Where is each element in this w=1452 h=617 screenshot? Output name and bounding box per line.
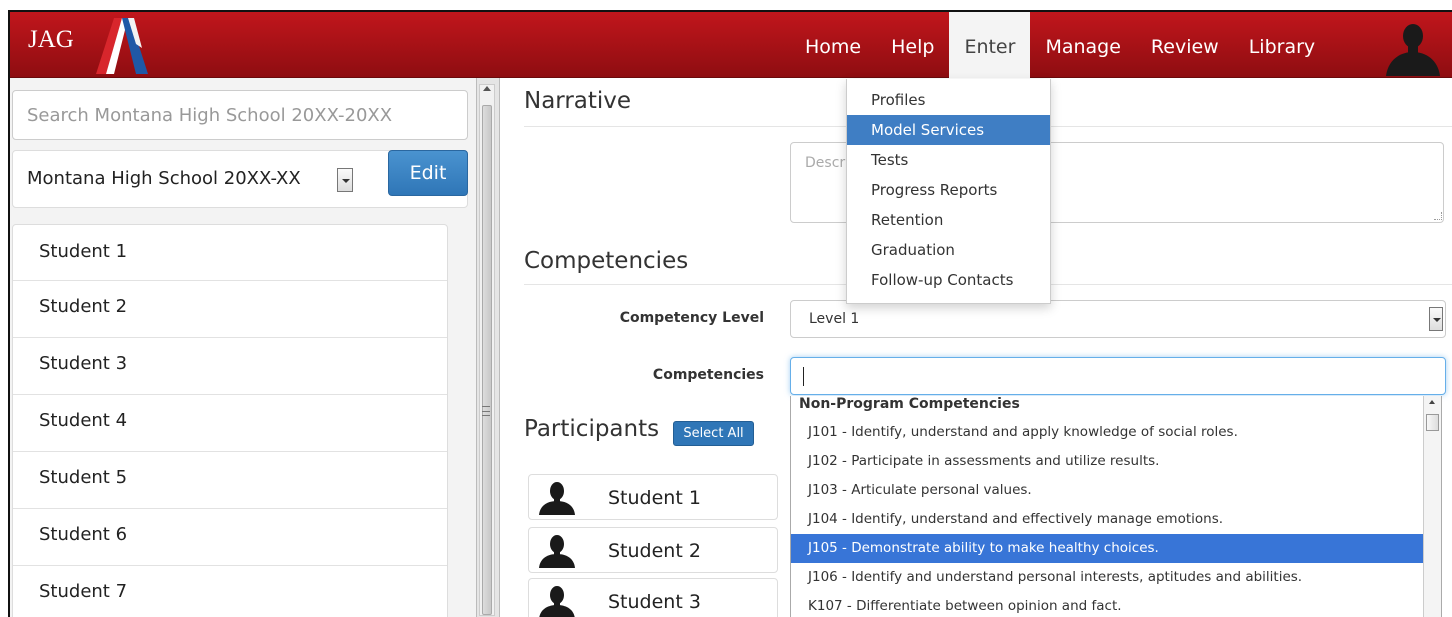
competency-level-select[interactable]: Level 1: [790, 300, 1446, 338]
participant-name: Student 3: [608, 591, 701, 613]
scrollbar-thumb[interactable]: [1426, 414, 1439, 431]
student-list-item[interactable]: Student 5: [13, 452, 447, 509]
competency-option[interactable]: J103 - Articulate personal values.: [791, 476, 1423, 505]
narrative-title: Narrative: [524, 88, 632, 114]
resize-grip-icon[interactable]: [1434, 212, 1442, 220]
student-list-item[interactable]: Student 4: [13, 395, 447, 452]
scroll-up-arrow-icon[interactable]: [1429, 400, 1435, 404]
person-avatar-icon: [539, 586, 575, 617]
menu-item-profiles[interactable]: Profiles: [847, 85, 1050, 115]
menu-item-tests[interactable]: Tests: [847, 145, 1050, 175]
competencies-input[interactable]: [790, 357, 1446, 395]
top-navbar: JAG Home Help Enter Manage Review Librar…: [10, 12, 1452, 78]
competency-option[interactable]: J101 - Identify, understand and apply kn…: [791, 418, 1423, 447]
student-list-item[interactable]: Student 6: [13, 509, 447, 566]
participants-title: Participants: [524, 416, 660, 442]
participant-card[interactable]: Student 3: [528, 578, 778, 617]
app-window: JAG Home Help Enter Manage Review Librar…: [8, 10, 1452, 617]
nav-library[interactable]: Library: [1234, 12, 1330, 78]
competency-option[interactable]: J106 - Identify and understand personal …: [791, 563, 1423, 592]
nav-manage[interactable]: Manage: [1030, 12, 1135, 78]
nav-review[interactable]: Review: [1136, 12, 1234, 78]
dropdown-scrollbar[interactable]: [1423, 396, 1441, 617]
competency-level-value: Level 1: [809, 311, 860, 327]
chevron-down-icon[interactable]: [337, 168, 353, 192]
person-avatar-icon: [539, 535, 575, 568]
competency-level-label: Competency Level: [619, 310, 764, 326]
nav-help[interactable]: Help: [876, 12, 949, 78]
enter-dropdown-menu: Profiles Model Services Tests Progress R…: [846, 79, 1051, 304]
competency-option[interactable]: K107 - Differentiate between opinion and…: [791, 592, 1423, 617]
menu-item-retention[interactable]: Retention: [847, 205, 1050, 235]
nav-home[interactable]: Home: [790, 12, 876, 78]
student-list-item[interactable]: Student 1: [13, 225, 447, 281]
menu-item-follow-up-contacts[interactable]: Follow-up Contacts: [847, 265, 1050, 295]
edit-button[interactable]: Edit: [388, 150, 468, 196]
student-list: Student 1 Student 2 Student 3 Student 4 …: [12, 224, 448, 617]
participant-name: Student 1: [608, 487, 701, 509]
competencies-dropdown: Non-Program Competencies J101 - Identify…: [790, 396, 1442, 617]
student-list-item[interactable]: Student 2: [13, 281, 447, 338]
jag-logo-icon: [96, 18, 148, 74]
brand-name[interactable]: JAG: [28, 26, 74, 54]
splitter-grip-icon[interactable]: [482, 406, 490, 416]
competencies-input-label: Competencies: [652, 367, 764, 383]
search-input[interactable]: [12, 90, 468, 140]
left-panel-scrollbar[interactable]: [479, 84, 495, 616]
nav-enter[interactable]: Enter: [949, 12, 1031, 78]
school-select[interactable]: Montana High School 20XX-XX: [27, 168, 301, 189]
menu-item-model-services[interactable]: Model Services: [847, 115, 1050, 145]
user-avatar-icon[interactable]: [1382, 20, 1444, 76]
main-nav: Home Help Enter Manage Review Library: [790, 12, 1330, 78]
select-all-button[interactable]: Select All: [673, 421, 754, 446]
competency-option[interactable]: J104 - Identify, understand and effectiv…: [791, 505, 1423, 534]
competency-option[interactable]: J102 - Participate in assessments and ut…: [791, 447, 1423, 476]
competency-option-highlighted[interactable]: J105 - Demonstrate ability to make healt…: [791, 534, 1423, 563]
text-cursor: [803, 367, 804, 386]
panel-splitter[interactable]: [476, 78, 500, 617]
scroll-up-arrow-icon[interactable]: [483, 86, 491, 91]
participant-name: Student 2: [608, 540, 701, 562]
scrollbar-thumb[interactable]: [482, 105, 492, 615]
participant-card[interactable]: Student 1: [528, 474, 778, 520]
left-panel: Montana High School 20XX-XX Edit Student…: [10, 78, 480, 617]
menu-item-progress-reports[interactable]: Progress Reports: [847, 175, 1050, 205]
chevron-down-icon[interactable]: [1429, 307, 1443, 331]
person-avatar-icon: [539, 482, 575, 515]
dropdown-group-label: Non-Program Competencies: [799, 396, 1020, 412]
student-list-item[interactable]: Student 3: [13, 338, 447, 395]
student-list-item[interactable]: Student 7: [13, 566, 447, 617]
competencies-title: Competencies: [524, 248, 689, 274]
participant-card[interactable]: Student 2: [528, 527, 778, 573]
menu-item-graduation[interactable]: Graduation: [847, 235, 1050, 265]
